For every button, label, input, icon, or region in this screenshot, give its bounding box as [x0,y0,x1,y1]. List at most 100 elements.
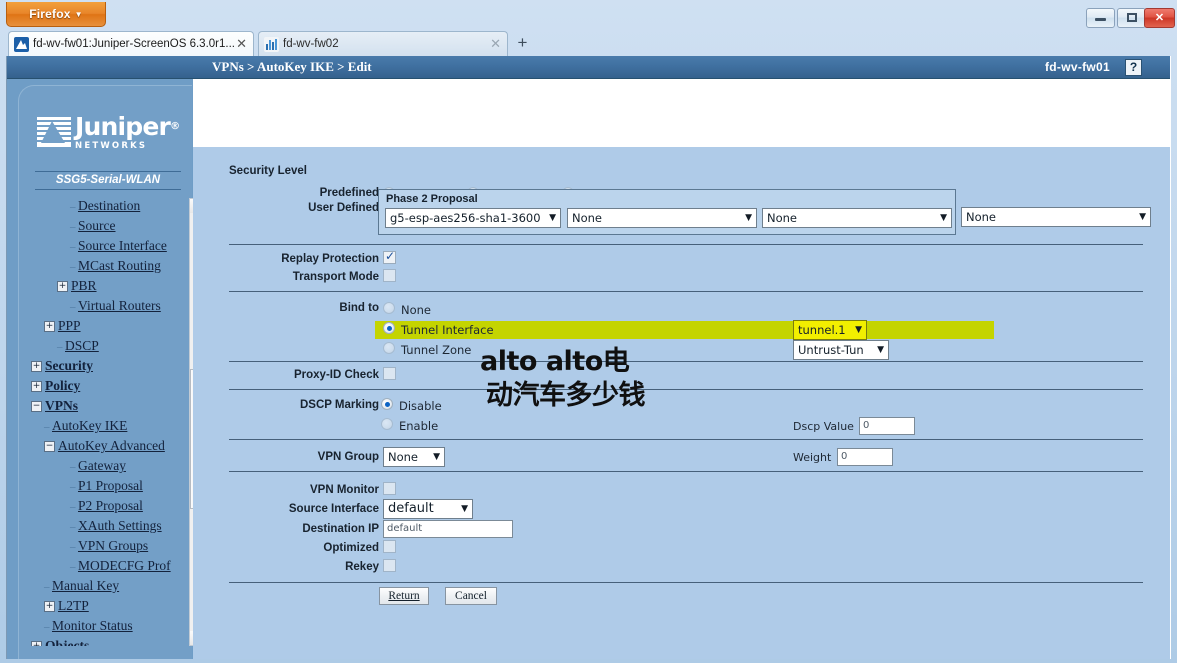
destination-ip-input[interactable]: default [383,520,513,538]
window-minimize-button[interactable] [1086,8,1115,28]
nav-tree-item[interactable]: – Gateway [31,458,181,478]
nav-tree-item[interactable]: – P1 Proposal [31,478,181,498]
radio-dscp-disable[interactable] [381,398,393,410]
window-close-button[interactable]: ✕ [1144,8,1175,28]
nav-tree-item[interactable]: – Destination [31,198,181,218]
radio-dscp-enable[interactable] [381,418,393,430]
nav-tree-item[interactable]: – AutoKey IKE [31,418,181,438]
nav-tree-item[interactable]: + Policy [31,378,181,398]
divider [229,389,1143,390]
firefox-menu-label: Firefox [29,7,71,21]
nav-tree-item-label: L2TP [58,598,89,613]
chevron-down-icon: ▼ [1139,212,1146,222]
user-defined-label: User Defined [308,202,379,214]
checkbox-transport-mode[interactable] [383,269,396,282]
label-bind-tunnel-interface: Tunnel Interface [401,323,494,337]
nav-tree-item-label: Monitor Status [52,618,133,633]
new-tab-button[interactable]: + [512,34,533,54]
page-viewport: VPNs > AutoKey IKE > Edit fd-wv-fw01 ? J… [6,56,1171,659]
nav-tree-item[interactable]: + PBR [31,278,181,298]
chevron-down-icon: ▼ [461,504,468,514]
phase2-proposal-select-1[interactable]: g5-esp-aes256-sha1-3600 ▼ [385,208,561,228]
nav-tree-item-label: Policy [45,378,81,393]
phase2-proposal-select-2[interactable]: None ▼ [567,208,757,228]
nav-tree-item-label: VPN Groups [78,538,149,553]
tree-branch-icon: – [70,560,76,573]
nav-tree-item[interactable]: – Manual Key [31,578,181,598]
radio-bind-none[interactable] [383,302,395,314]
nav-tree-item-label: Source Interface [78,238,167,253]
nav-tree-item[interactable]: − VPNs [31,398,181,418]
tree-expand-icon[interactable]: + [57,281,68,293]
cancel-button-label: Cancel [455,590,487,602]
tab-close-icon[interactable]: ✕ [236,32,247,56]
nav-tree-item[interactable]: – MODECFG Prof [31,558,181,578]
checkbox-vpn-monitor[interactable] [383,482,396,495]
phase2-proposal-select-4[interactable]: None ▼ [961,207,1151,227]
nav-tree-item[interactable]: – MCast Routing [31,258,181,278]
phase2-proposal-select-3[interactable]: None ▼ [762,208,952,228]
nav-tree-item[interactable]: – DSCP [31,338,181,358]
nav-tree-item[interactable]: – XAuth Settings [31,518,181,538]
dscp-value-input[interactable]: 0 [859,417,915,435]
browser-tab-fd-wv-fw02[interactable]: fd-wv-fw02 ✕ [258,31,508,56]
help-button[interactable]: ? [1125,59,1142,76]
tree-collapse-icon[interactable]: − [31,401,42,413]
window-maximize-button[interactable] [1117,8,1146,28]
firefox-menu-button[interactable]: Firefox ▼ [6,2,106,27]
phase2-proposal-value-1: g5-esp-aes256-sha1-3600 [390,211,541,225]
tree-collapse-icon[interactable]: − [44,441,55,453]
tree-branch-icon: – [44,580,50,593]
juniper-favicon-icon [14,37,29,52]
nav-tree-item[interactable]: − AutoKey Advanced [31,438,181,458]
tree-branch-icon: – [44,420,50,433]
nav-tree-item[interactable]: + L2TP [31,598,181,618]
tree-branch-icon: – [70,300,76,313]
weight-input[interactable]: 0 [837,448,893,466]
source-interface-select[interactable]: default ▼ [383,499,473,519]
tab-title: fd-wv-fw02 [283,38,339,50]
tunnel-zone-select[interactable]: Untrust-Tun ▼ [793,340,889,360]
tab-close-icon[interactable]: ✕ [490,32,501,56]
checkbox-optimized[interactable] [383,540,396,553]
tree-branch-icon: – [70,540,76,553]
juniper-logo-mark-icon [37,117,71,147]
vpn-group-select[interactable]: None ▼ [383,447,445,467]
phase2-proposal-group: Phase 2 Proposal g5-esp-aes256-sha1-3600… [378,189,956,235]
nav-tree-item-label: VPNs [45,398,78,413]
nav-tree-item-label: DSCP [65,338,99,353]
return-button[interactable]: Return [379,587,429,605]
divider [229,291,1143,292]
cancel-button[interactable]: Cancel [445,587,497,605]
watermark-line-2: 动汽车多少钱 [486,380,646,411]
tab-title: fd-wv-fw01:Juniper-ScreenOS 6.3.0r1... [33,38,235,50]
checkbox-rekey[interactable] [383,559,396,572]
device-model-label: SSG5-Serial-WLAN [35,171,181,190]
juniper-logo: Juniper® NETWORKS [37,113,180,157]
tree-expand-icon[interactable]: + [31,381,42,393]
nav-tree-item[interactable]: – P2 Proposal [31,498,181,518]
nav-tree-item[interactable]: – Source Interface [31,238,181,258]
watermark-overlay: alto alto电 动汽车多少钱 [480,345,730,413]
checkbox-replay-protection[interactable] [383,249,396,264]
nav-tree-item[interactable]: + PPP [31,318,181,338]
nav-tree-item[interactable]: – Virtual Routers [31,298,181,318]
browser-tab-fd-wv-fw01[interactable]: fd-wv-fw01:Juniper-ScreenOS 6.3.0r1... ✕ [8,31,254,56]
nav-tree-item[interactable]: +Objects [31,638,181,646]
tree-expand-icon[interactable]: + [31,641,42,646]
tree-expand-icon[interactable]: + [31,361,42,373]
divider [229,471,1143,472]
tree-expand-icon[interactable]: + [44,321,55,333]
predefined-label: Predefined [319,187,379,199]
checkbox-proxy-id-check[interactable] [383,367,396,380]
radio-bind-tunnel-zone[interactable] [383,342,395,354]
nav-tree-item[interactable]: + Security [31,358,181,378]
nav-tree-item[interactable]: – Source [31,218,181,238]
radio-bind-tunnel-interface[interactable] [383,322,395,334]
main-content: Security Level Predefined Standard Compa… [193,79,1170,659]
nav-tree-item[interactable]: – VPN Groups [31,538,181,558]
nav-tree-item[interactable]: – Monitor Status [31,618,181,638]
tunnel-interface-select[interactable]: tunnel.1 ▼ [793,320,867,340]
tree-expand-icon[interactable]: + [44,601,55,613]
tree-branch-icon: – [57,340,63,353]
